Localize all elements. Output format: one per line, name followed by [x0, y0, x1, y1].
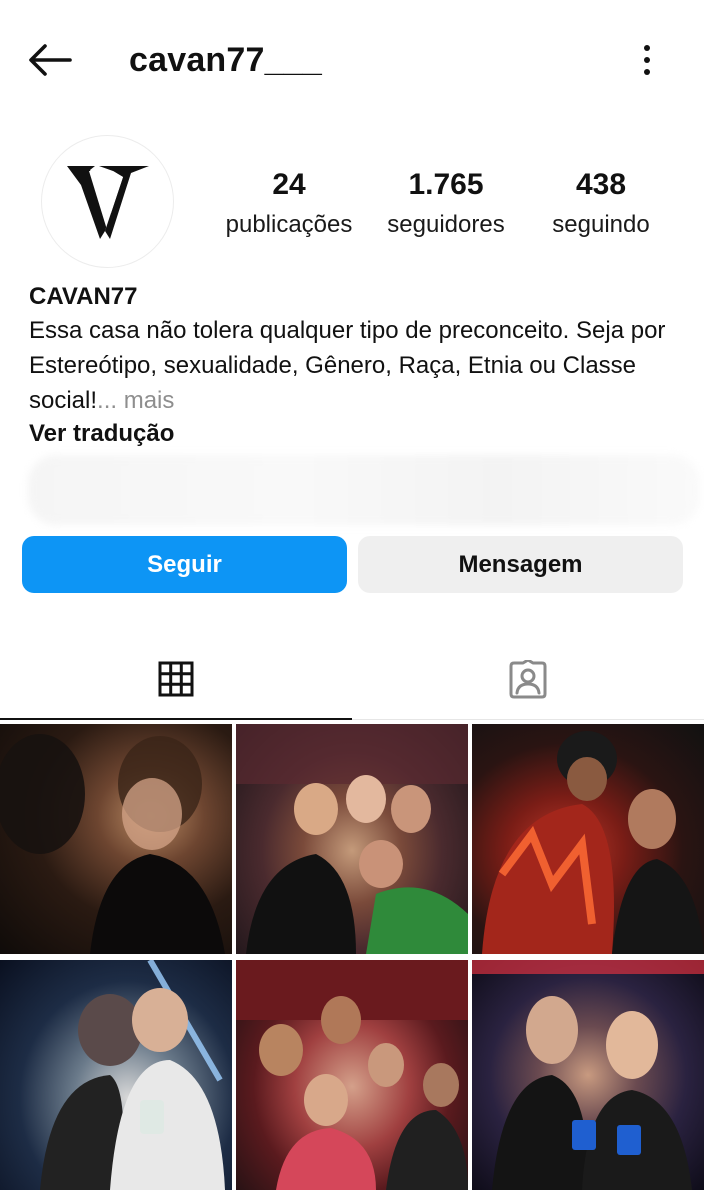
post-thumbnail[interactable] [236, 724, 468, 954]
grid-icon [158, 661, 194, 697]
photo-image [40, 960, 225, 1190]
profile-bio: Essa casa não tolera qualquer tipo de pr… [29, 313, 689, 418]
photo-image [236, 724, 468, 954]
stat-followers-label: seguidores [387, 211, 505, 238]
w-logo [66, 165, 149, 239]
stat-posts-count: 24 [272, 168, 306, 201]
profile-avatar[interactable] [41, 135, 174, 268]
post-thumbnail[interactable] [236, 960, 468, 1190]
bio-ellipsis: ... [97, 387, 118, 414]
arrow-left-icon [29, 44, 72, 76]
photo-image [236, 960, 468, 1190]
tagged-person-icon [509, 659, 547, 698]
blurred-highlights [28, 455, 700, 525]
posts-grid [0, 724, 704, 1200]
kebab-menu-icon [644, 45, 650, 75]
stat-following[interactable]: 438 seguindo [540, 166, 662, 240]
photo-image [0, 734, 225, 954]
profile-username: cavan77___ [129, 41, 322, 79]
stat-posts[interactable]: 24 publicações [218, 166, 360, 240]
post-thumbnail[interactable] [472, 960, 704, 1190]
more-options-button[interactable] [630, 38, 664, 82]
post-thumbnail[interactable] [0, 724, 232, 954]
photo-image [472, 960, 704, 1190]
profile-display-name: CAVAN77 [29, 283, 138, 310]
see-translation-link[interactable]: Ver tradução [29, 419, 174, 449]
top-bar: cavan77___ [0, 0, 704, 120]
tab-posts-grid[interactable] [0, 640, 352, 720]
post-thumbnail[interactable] [472, 724, 704, 954]
post-thumbnail[interactable] [0, 960, 232, 1190]
stat-following-count: 438 [575, 168, 627, 201]
stat-followers[interactable]: 1.765 seguidores [380, 166, 512, 240]
stat-posts-label: publicações [225, 211, 353, 238]
stat-following-label: seguindo [552, 211, 650, 238]
back-button[interactable] [26, 38, 74, 82]
tab-tagged[interactable] [352, 640, 704, 720]
bio-more-link[interactable]: mais [117, 387, 175, 414]
message-button[interactable]: Mensagem [358, 536, 683, 593]
photo-image [482, 731, 704, 954]
stat-followers-count: 1.765 [408, 168, 484, 201]
follow-button[interactable]: Seguir [22, 536, 347, 593]
